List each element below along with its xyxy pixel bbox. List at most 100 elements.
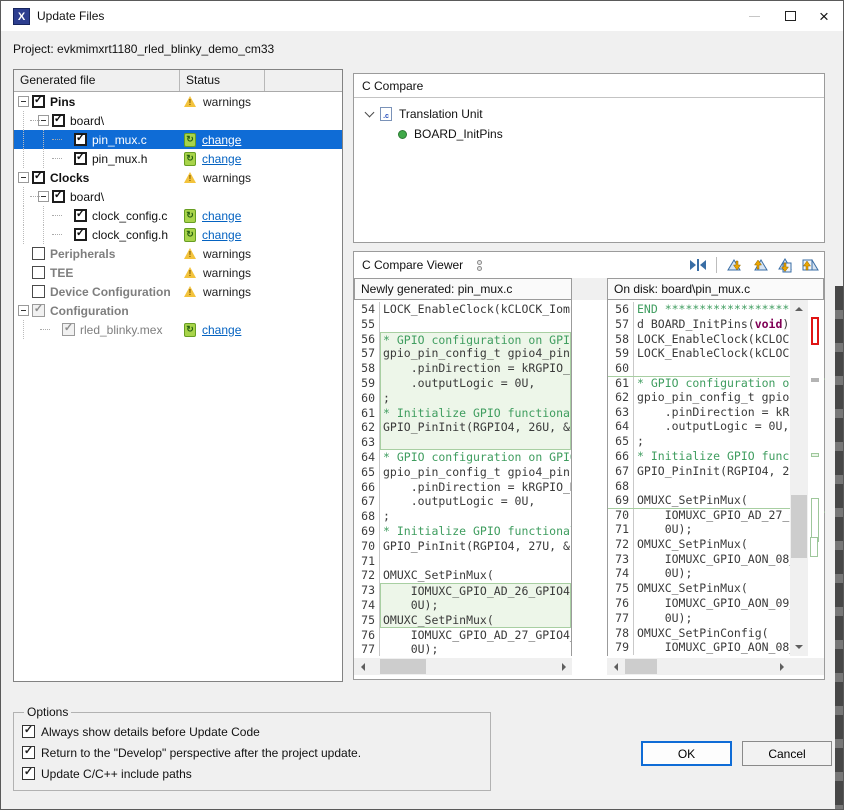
row-checkbox[interactable] bbox=[32, 285, 45, 298]
right-hscroll-thumb[interactable] bbox=[625, 659, 657, 674]
previous-difference-icon[interactable] bbox=[750, 257, 770, 274]
scroll-down-arrow[interactable] bbox=[790, 639, 808, 656]
change-link[interactable]: change bbox=[202, 152, 241, 166]
scroll-up-arrow[interactable] bbox=[790, 300, 808, 317]
vertical-scrollbar[interactable] bbox=[790, 300, 808, 656]
tree-row-rled-blinky-mex[interactable]: ✓rled_blinky.mex↻change bbox=[14, 320, 342, 339]
tree-row-pins[interactable]: ✓Pins!warnings bbox=[14, 92, 342, 111]
row-checkbox[interactable]: ✓ bbox=[74, 228, 87, 241]
right-code-pane[interactable]: 56END *********************57d BOARD_Ini… bbox=[607, 300, 790, 656]
next-change-icon[interactable] bbox=[775, 257, 795, 274]
handle-dots-icon[interactable] bbox=[477, 260, 482, 271]
left-hscroll-track[interactable] bbox=[370, 658, 556, 675]
tree-row-peripherals[interactable]: Peripherals! warnings bbox=[14, 244, 342, 263]
change-link[interactable]: change bbox=[202, 323, 241, 337]
row-checkbox[interactable] bbox=[32, 266, 45, 279]
diff-marker-gray[interactable] bbox=[811, 378, 819, 382]
chevron-down-icon[interactable] bbox=[365, 107, 375, 117]
row-checkbox[interactable]: ✓ bbox=[62, 323, 75, 336]
line-number: 58 bbox=[608, 332, 634, 347]
right-hscroll-track[interactable] bbox=[623, 658, 774, 675]
code-line: 55 bbox=[354, 317, 571, 332]
line-text: OMUXC_SetPinConfig( bbox=[634, 626, 790, 641]
row-checkbox[interactable]: ✓ bbox=[32, 304, 45, 317]
previous-change-icon[interactable] bbox=[800, 257, 820, 274]
tree-guide-line bbox=[23, 225, 24, 244]
diff-marker-green-large[interactable] bbox=[811, 498, 819, 542]
scroll-left-arrow[interactable] bbox=[607, 658, 623, 675]
tree-row-clocks[interactable]: ✓Clocks!warnings bbox=[14, 168, 342, 187]
change-link[interactable]: change bbox=[202, 133, 241, 147]
tree-row-pin-mux-c[interactable]: ✓pin_mux.c↻change bbox=[14, 130, 342, 149]
mirror-view-icon[interactable] bbox=[688, 257, 708, 274]
tree-guide-line bbox=[43, 225, 44, 244]
status-text: warnings bbox=[203, 247, 251, 261]
translation-unit-row[interactable]: .c Translation Unit bbox=[354, 104, 824, 124]
option-checkbox[interactable]: ✓ bbox=[22, 767, 35, 780]
tree-row-tee[interactable]: TEE!warnings bbox=[14, 263, 342, 282]
line-number: 60 bbox=[608, 361, 634, 376]
ok-button[interactable]: OK bbox=[641, 741, 732, 766]
status-text: warnings bbox=[203, 95, 251, 109]
row-checkbox[interactable]: ✓ bbox=[32, 171, 45, 184]
status-text: warnings bbox=[203, 266, 251, 280]
tree-label: Peripherals bbox=[50, 247, 115, 261]
right-horizontal-scrollbar[interactable] bbox=[607, 658, 790, 675]
cancel-button[interactable]: Cancel bbox=[742, 741, 832, 766]
option-checkbox[interactable]: ✓ bbox=[22, 746, 35, 759]
left-hscroll-thumb[interactable] bbox=[380, 659, 426, 674]
warning-icon: ! bbox=[184, 247, 197, 260]
row-checkbox[interactable] bbox=[32, 247, 45, 260]
row-checkbox[interactable]: ✓ bbox=[74, 209, 87, 222]
tree-row-configuration[interactable]: ✓ Configuration bbox=[14, 301, 342, 320]
close-icon[interactable]: × bbox=[811, 5, 837, 27]
tree-row-board[interactable]: ✓board\ bbox=[14, 111, 342, 130]
code-line: 77 0U); bbox=[354, 642, 571, 656]
collapse-toggle-icon[interactable] bbox=[18, 172, 29, 183]
row-checkbox[interactable]: ✓ bbox=[74, 133, 87, 146]
tree-row-pin-mux-h[interactable]: ✓pin_mux.h↻change bbox=[14, 149, 342, 168]
tree-row-clock-config-c[interactable]: ✓clock_config.c↻change bbox=[14, 206, 342, 225]
diff-marker-green-medium[interactable] bbox=[810, 537, 818, 557]
column-header-status[interactable]: Status bbox=[180, 70, 265, 91]
collapse-toggle-icon[interactable] bbox=[18, 305, 29, 316]
minimize-button[interactable] bbox=[741, 5, 767, 27]
vertical-scroll-thumb[interactable] bbox=[791, 495, 807, 558]
row-checkbox[interactable]: ✓ bbox=[32, 95, 45, 108]
next-difference-icon[interactable] bbox=[725, 257, 745, 274]
line-number: 64 bbox=[354, 450, 380, 465]
change-icon: ↻ bbox=[184, 228, 196, 242]
line-text: gpio_pin_config_t gpio4_ bbox=[634, 390, 790, 405]
line-number: 67 bbox=[354, 494, 380, 509]
option-checkbox[interactable]: ✓ bbox=[22, 725, 35, 738]
change-link[interactable]: change bbox=[202, 209, 241, 223]
left-code-pane[interactable]: 54LOCK_EnableClock(kCLOCK_Iomu5556* GPIO… bbox=[354, 300, 572, 656]
diff-marker-green-small[interactable] bbox=[811, 453, 819, 457]
tree-guide-line bbox=[52, 158, 62, 159]
diff-marker-red[interactable] bbox=[811, 317, 819, 345]
tree-guide-line bbox=[30, 196, 40, 197]
maximize-button[interactable] bbox=[777, 5, 803, 27]
scroll-left-arrow[interactable] bbox=[354, 658, 370, 675]
line-text: GPIO_PinInit(RGPIO4, 27U bbox=[634, 464, 790, 479]
column-header-generated-file[interactable]: Generated file bbox=[14, 70, 180, 91]
collapse-toggle-icon[interactable] bbox=[18, 96, 29, 107]
scroll-right-arrow[interactable] bbox=[556, 658, 572, 675]
scroll-right-arrow[interactable] bbox=[774, 658, 790, 675]
board-initpins-row[interactable]: BOARD_InitPins bbox=[354, 124, 824, 144]
line-number: 71 bbox=[354, 554, 380, 569]
line-number: 69 bbox=[354, 524, 380, 539]
tree-row-clock-config-h[interactable]: ✓clock_config.h↻change bbox=[14, 225, 342, 244]
row-checkbox[interactable]: ✓ bbox=[74, 152, 87, 165]
left-horizontal-scrollbar[interactable] bbox=[354, 658, 572, 675]
line-number: 61 bbox=[608, 377, 634, 390]
row-checkbox[interactable]: ✓ bbox=[52, 190, 65, 203]
tree-row-device-configuration[interactable]: Device Configuration!warnings bbox=[14, 282, 342, 301]
c-compare-title: C Compare bbox=[354, 74, 824, 98]
row-checkbox[interactable]: ✓ bbox=[52, 114, 65, 127]
tree-row-board[interactable]: ✓board\ bbox=[14, 187, 342, 206]
code-line: 71 bbox=[354, 554, 571, 569]
tree-label: Configuration bbox=[50, 304, 129, 318]
line-text: * Initialize GPIO functi bbox=[634, 449, 790, 464]
change-link[interactable]: change bbox=[202, 228, 241, 242]
